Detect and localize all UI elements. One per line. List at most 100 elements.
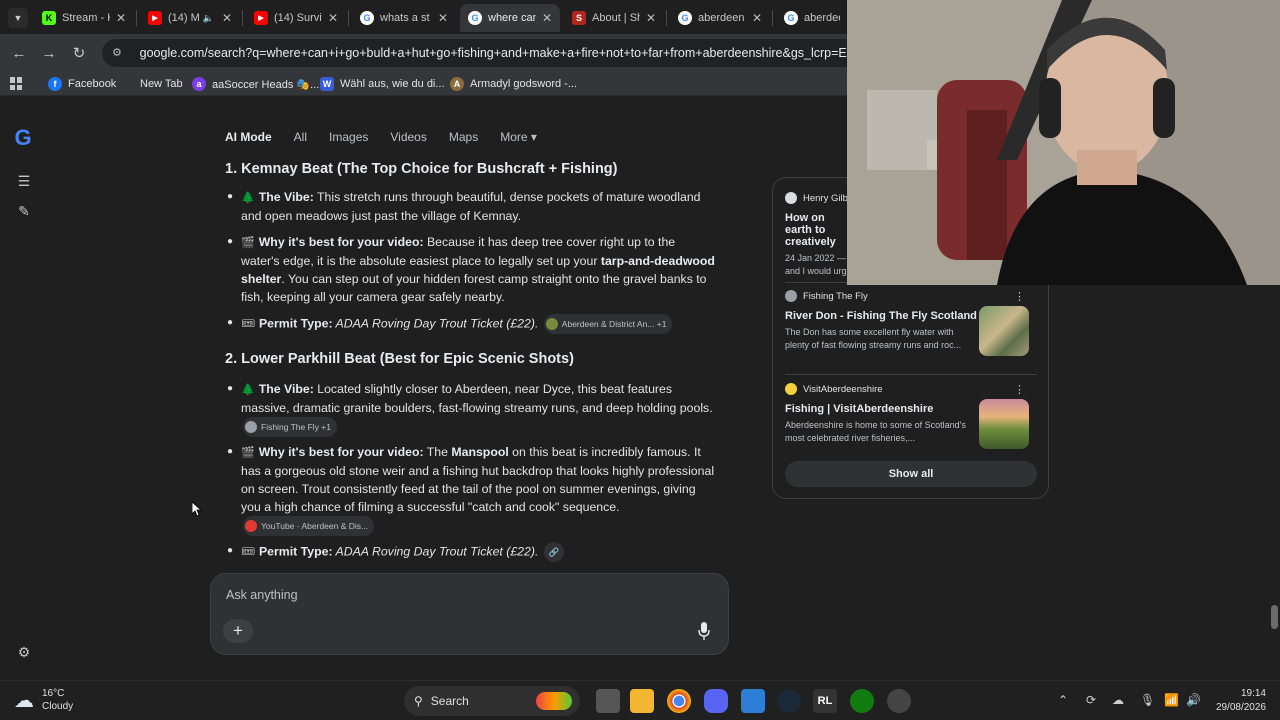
ask-box[interactable]: Ask anything + xyxy=(210,573,729,655)
discord-icon[interactable] xyxy=(704,689,728,713)
wifi-icon[interactable]: 📶 xyxy=(1164,693,1179,707)
bookmark-armadyl[interactable]: A Armadyl godsword -... xyxy=(450,76,577,92)
source-title: How on earth to creatively xyxy=(785,212,836,248)
youtube-icon: ▶ xyxy=(148,11,162,25)
photos-icon[interactable] xyxy=(741,689,765,713)
facebook-icon: f xyxy=(48,77,62,91)
section-heading: 2. Lower Parkhill Beat (Best for Epic Sc… xyxy=(225,351,574,367)
task-view-icon[interactable] xyxy=(596,689,620,713)
weather-widget[interactable]: ☁ 16°C Cloudy xyxy=(14,687,73,713)
close-icon[interactable]: ✕ xyxy=(222,11,232,25)
list-item: ● 🎟 Permit Type: ADAA Roving Day Trout Ti… xyxy=(225,542,715,562)
source-chip[interactable]: Fishing The Fly +1 xyxy=(243,417,338,437)
taskbar-search[interactable]: ⚲ Search xyxy=(404,686,580,716)
file-explorer-icon[interactable] xyxy=(630,689,654,713)
chrome-icon[interactable] xyxy=(667,689,691,713)
cloud-icon: ☁ xyxy=(14,689,34,712)
close-icon[interactable]: ✕ xyxy=(752,11,762,25)
more-options-icon[interactable]: ⋮ xyxy=(1014,290,1025,303)
tab-videos[interactable]: Videos xyxy=(390,130,426,144)
tab-title: aberdeen xyxy=(804,12,840,24)
tab-title: aberdeen xyxy=(698,12,745,24)
site-info-icon[interactable]: ⚙ xyxy=(112,46,126,60)
bookmark-new-tab[interactable]: New Tab xyxy=(140,76,183,92)
tab-google-whats[interactable]: G whats a st ✕ xyxy=(352,4,456,32)
bullet-bold: Manspool xyxy=(451,445,509,459)
url-text: google.com/search?q=where+can+i+go+buld+… xyxy=(139,46,862,60)
xbox-icon[interactable] xyxy=(850,689,874,713)
tab-youtube-2[interactable]: ▶ (14) Surviv ✕ xyxy=(246,4,346,32)
close-icon[interactable]: ✕ xyxy=(116,11,126,25)
bookmark-waehl[interactable]: W Wähl aus, wie du di... xyxy=(320,76,445,92)
apps-icon[interactable] xyxy=(10,77,23,90)
bookmark-facebook[interactable]: f Facebook xyxy=(48,76,116,92)
link-chip[interactable]: 🔗 xyxy=(543,542,565,562)
search-highlight-icon xyxy=(536,692,572,710)
tab-youtube-1[interactable]: ▶ (14) M 🔈 ✕ xyxy=(140,4,240,32)
source-thumbnail xyxy=(979,306,1029,356)
new-chat-icon[interactable]: ✎ xyxy=(14,203,34,220)
close-icon[interactable]: ✕ xyxy=(542,11,552,25)
tab-about[interactable]: S About | Sh ✕ xyxy=(564,4,664,32)
tab-title: Stream - K xyxy=(62,12,110,24)
search-tabs: AI Mode All Images Videos Maps More ▾ xyxy=(225,130,559,144)
source-icon xyxy=(785,290,797,302)
tab-title: (14) Surviv xyxy=(274,12,322,24)
forward-button[interactable]: → xyxy=(38,42,60,64)
source-card[interactable]: Fishing The Fly ⋮ River Don - Fishing Th… xyxy=(785,290,1039,356)
source-icon xyxy=(545,318,558,330)
close-icon[interactable]: ✕ xyxy=(328,11,338,25)
bullet-text: ADAA Roving Day Trout Ticket (£22). xyxy=(332,544,539,559)
tab-google-aberdeen-2[interactable]: G aberdeen xyxy=(776,4,848,32)
windows-start-icon[interactable] xyxy=(370,691,390,711)
left-rail: G ☰ ✎ ⚙ xyxy=(0,97,48,680)
tab-all[interactable]: All xyxy=(294,130,307,144)
cloud-sync-icon[interactable]: ☁ xyxy=(1112,693,1124,707)
tab-google-aberdeen-1[interactable]: G aberdeen ✕ xyxy=(670,4,770,32)
bookmark-soccer-heads[interactable]: a aaSoccer Heads 🎭... xyxy=(192,76,319,92)
volume-icon[interactable]: 🔊 xyxy=(1186,693,1201,707)
microphone-icon[interactable] xyxy=(698,622,710,640)
google-logo[interactable]: G xyxy=(12,127,34,149)
chip-label: Aberdeen & District An... xyxy=(561,319,655,329)
chevron-up-icon[interactable]: ⌃ xyxy=(1058,693,1068,707)
ticket-icon: 🎟 xyxy=(241,546,255,559)
runelite-icon[interactable]: RL xyxy=(813,689,837,713)
tab-images[interactable]: Images xyxy=(329,130,368,144)
source-card[interactable]: VisitAberdeenshire ⋮ Fishing | VisitAber… xyxy=(785,383,1039,449)
tab-more[interactable]: More ▾ xyxy=(500,130,537,144)
source-chip[interactable]: Aberdeen & District An... +1 xyxy=(543,314,673,334)
tab-kick-stream[interactable]: K Stream - K ✕ xyxy=(34,4,134,32)
app-icon[interactable] xyxy=(887,689,911,713)
clock[interactable]: 19:14 29/08/2026 xyxy=(1216,687,1266,715)
more-options-icon[interactable]: ⋮ xyxy=(1014,383,1025,396)
tab-maps[interactable]: Maps xyxy=(449,130,478,144)
close-icon[interactable]: ✕ xyxy=(646,11,656,25)
tab-search-button[interactable]: ▼ xyxy=(8,8,28,28)
ask-input[interactable]: Ask anything xyxy=(226,588,298,602)
tab-ai-mode[interactable]: AI Mode xyxy=(225,130,272,144)
webcam-feed xyxy=(847,0,1280,285)
audio-icon: 🔈 xyxy=(202,12,214,23)
address-bar[interactable]: ⚙ google.com/search?q=where+can+i+go+bul… xyxy=(102,39,862,67)
weather-condition: Cloudy xyxy=(42,701,74,712)
sync-icon[interactable]: ⟳ xyxy=(1086,693,1096,707)
add-button[interactable]: + xyxy=(223,619,253,643)
chevron-down-icon: ▼ xyxy=(13,13,23,23)
settings-icon[interactable]: ⚙ xyxy=(14,644,34,661)
steam-icon[interactable] xyxy=(777,689,801,713)
back-button[interactable]: ← xyxy=(8,42,30,64)
bullet-label: Permit Type: xyxy=(258,316,333,331)
reload-icon: ↻ xyxy=(72,45,86,62)
source-chip[interactable]: YouTube · Aberdeen & Dis... xyxy=(243,516,375,536)
list-item: ● 🌲 The Vibe: This stretch runs through b… xyxy=(227,190,701,223)
reload-button[interactable]: ↻ xyxy=(68,42,90,64)
show-all-button[interactable]: Show all xyxy=(785,461,1037,487)
menu-icon[interactable]: ☰ xyxy=(14,173,34,190)
taskbar: ☁ 16°C Cloudy ⚲ Search RL ⌃ ⟳ ☁ 🎙 📶 🔊 19… xyxy=(0,680,1280,720)
close-icon[interactable]: ✕ xyxy=(438,11,448,25)
tab-google-active[interactable]: G where can ✕ xyxy=(460,4,560,32)
microphone-icon[interactable]: 🎙 xyxy=(1140,693,1155,707)
source-snippet: Aberdeenshire is home to some of Scotlan… xyxy=(785,420,966,443)
scrollbar-thumb[interactable] xyxy=(1271,605,1278,629)
